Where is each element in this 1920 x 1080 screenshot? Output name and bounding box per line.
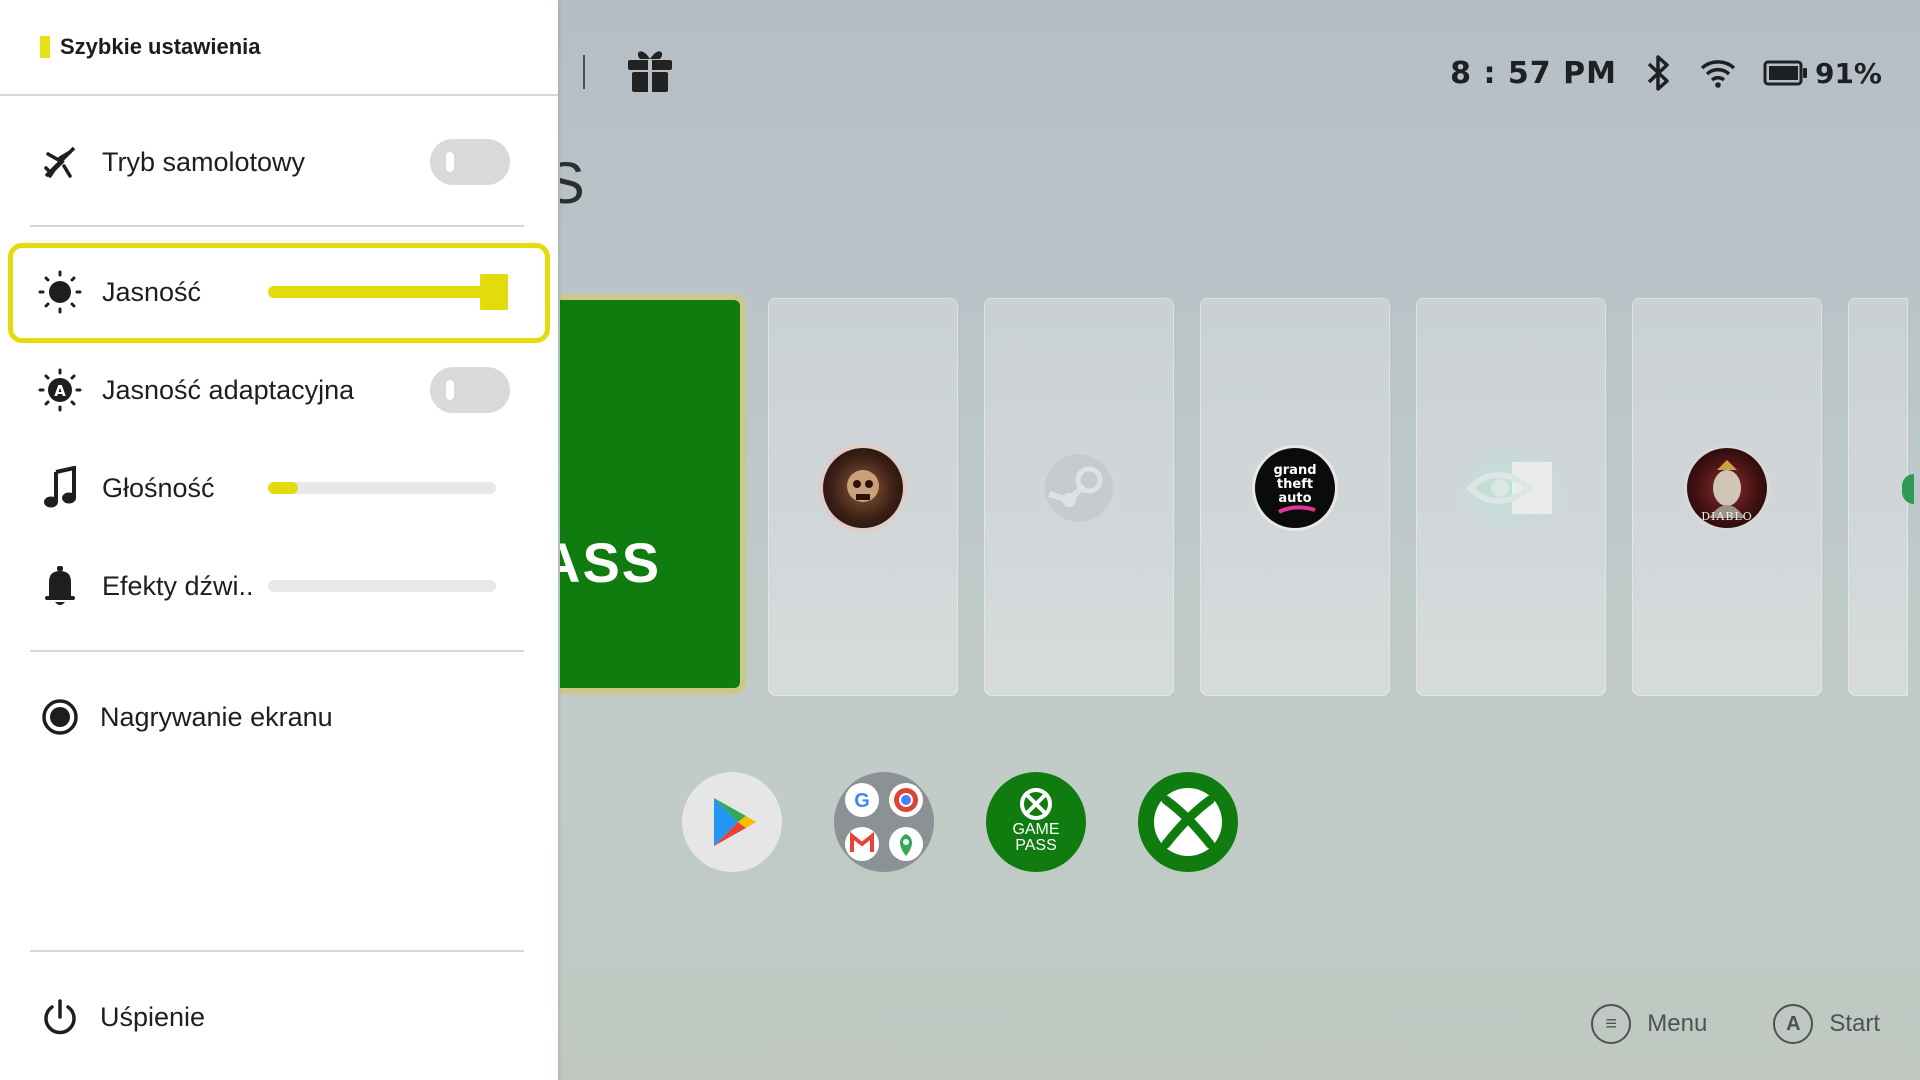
svg-text:G: G xyxy=(854,790,870,812)
google-apps-folder-icon[interactable]: G xyxy=(834,772,934,872)
volume-slider[interactable] xyxy=(268,482,496,494)
brightness-slider-knob[interactable] xyxy=(480,274,508,310)
diablo-logo: DIABLO xyxy=(1687,448,1767,528)
gift-icon[interactable] xyxy=(624,44,676,96)
hint-start[interactable]: A Start xyxy=(1773,1004,1880,1044)
sound-effects-row[interactable]: Efekty dźwi.. xyxy=(30,551,530,621)
menu-button-glyph: ≡ xyxy=(1591,1004,1632,1044)
gta-logo-line2: theft xyxy=(1277,477,1313,492)
status-bar: 8 : 57 PM 91% xyxy=(1450,48,1882,98)
divider xyxy=(30,650,524,652)
quick-settings-title: Szybkie ustawienia xyxy=(60,34,261,59)
steam-logo xyxy=(1039,448,1119,528)
screen-recording-row[interactable]: Nagrywanie ekranu xyxy=(30,682,530,752)
divider xyxy=(30,950,524,952)
diablo-logo-text: DIABLO xyxy=(1701,510,1753,523)
volume-row[interactable]: Głośność xyxy=(30,453,530,523)
volume-slider-fill xyxy=(268,482,298,494)
sound-effects-label: Efekty dźwi.. xyxy=(102,570,254,601)
power-icon xyxy=(30,987,90,1047)
topbar-divider xyxy=(583,55,585,89)
a-button-glyph: A xyxy=(1773,1004,1814,1044)
game-tile-partial[interactable] xyxy=(1848,298,1914,696)
svg-text:A: A xyxy=(54,382,66,400)
featured-tile[interactable]: ASS xyxy=(560,294,746,694)
controller-hints: ≡ Menu A Start xyxy=(1591,1004,1880,1044)
nvidia-logo xyxy=(1456,448,1566,528)
adaptive-brightness-toggle[interactable] xyxy=(430,367,510,413)
brightness-slider[interactable] xyxy=(268,274,508,310)
adaptive-brightness-label: Jasność adaptacyjna xyxy=(102,374,355,405)
brightness-slider-fill xyxy=(268,286,508,298)
battery-indicator: 91% xyxy=(1763,57,1882,90)
adaptive-brightness-row[interactable]: A Jasność adaptacyjna xyxy=(30,355,530,425)
game-tile-diablo[interactable]: DIABLO xyxy=(1632,298,1822,696)
app-dock: G GAME PASS xyxy=(682,772,1238,872)
volume-label: Głośność xyxy=(102,472,215,503)
sound-effects-slider[interactable] xyxy=(268,580,496,592)
google-play-icon[interactable] xyxy=(682,772,782,872)
airplane-mode-row[interactable]: Tryb samolotowy xyxy=(30,127,530,197)
game-pass-text-1: GAME xyxy=(1012,821,1059,838)
quick-settings-panel: Szybkie ustawienia Tryb samolotowy Jasno… xyxy=(0,0,558,1080)
airplane-mode-label: Tryb samolotowy xyxy=(102,146,306,177)
quick-settings-header: Szybkie ustawienia xyxy=(0,0,558,96)
clock: 8 : 57 PM xyxy=(1450,55,1617,91)
adaptive-brightness-icon: A xyxy=(30,360,90,420)
featured-tile-text: ASS xyxy=(560,531,662,594)
sleep-row[interactable]: Uśpienie xyxy=(30,982,530,1052)
brightness-icon xyxy=(30,262,90,322)
battery-icon xyxy=(1763,60,1807,86)
game-tile-gta-vice-city[interactable]: grand theft auto xyxy=(1200,298,1390,696)
game-tile-nvidia[interactable] xyxy=(1416,298,1606,696)
game-tile-steam[interactable] xyxy=(984,298,1174,696)
gta-logo-line3: auto xyxy=(1278,491,1311,506)
screen-recording-label: Nagrywanie ekranu xyxy=(100,701,333,732)
gta-vice-city-logo: grand theft auto xyxy=(1255,448,1335,528)
bell-icon xyxy=(30,556,90,616)
game-pass-icon[interactable]: GAME PASS xyxy=(986,772,1086,872)
record-icon xyxy=(30,687,90,747)
battery-percent: 91% xyxy=(1814,56,1882,90)
bluetooth-icon xyxy=(1647,55,1669,91)
header-accent-bar xyxy=(40,36,50,58)
music-note-icon xyxy=(30,458,90,518)
game-pass-text-2: PASS xyxy=(1015,837,1057,854)
brightness-label: Jasność xyxy=(102,276,202,307)
xbox-icon[interactable] xyxy=(1138,772,1238,872)
divider xyxy=(30,225,524,227)
airplane-off-icon xyxy=(30,132,90,192)
hint-menu[interactable]: ≡ Menu xyxy=(1591,1004,1707,1044)
airplane-mode-toggle[interactable] xyxy=(430,139,510,185)
game-tile-baldurs-gate[interactable] xyxy=(768,298,958,696)
baldurs-gate-logo xyxy=(823,448,903,528)
hint-start-label: Start xyxy=(1829,1010,1880,1037)
hint-menu-label: Menu xyxy=(1647,1010,1708,1037)
brightness-row[interactable]: Jasność xyxy=(30,257,530,327)
sleep-label: Uśpienie xyxy=(100,1001,206,1032)
wifi-icon xyxy=(1700,60,1736,88)
gta-logo-line1: grand xyxy=(1273,463,1316,478)
partial-tile-logo xyxy=(1902,474,1914,504)
